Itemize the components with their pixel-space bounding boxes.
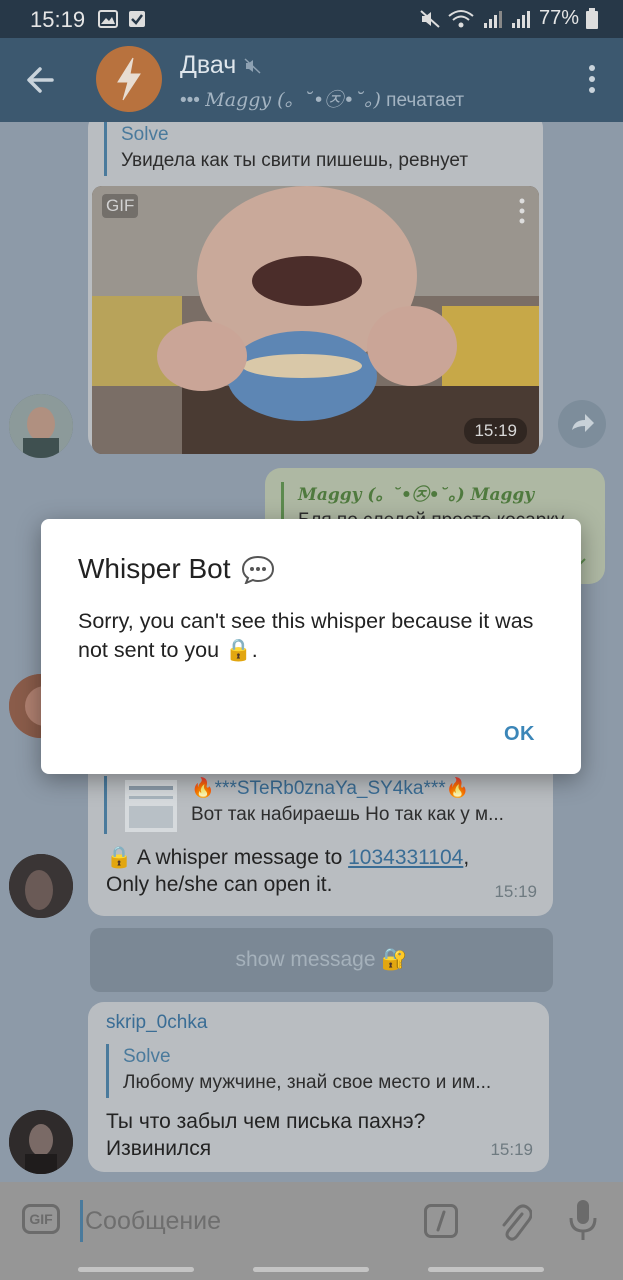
whisper-line2: Only he/she can open it. [106,873,333,896]
check-icon [129,11,145,27]
whisper-bot-dialog: Whisper Bot Sorry, you can't see this wh… [41,519,581,774]
gif-media[interactable]: GIF 15:19 [92,186,539,454]
gallery-icon [98,10,118,28]
avatar[interactable] [9,854,73,918]
slash-icon [436,1210,446,1232]
gif-image [92,186,539,454]
muted-icon [244,57,261,74]
typing-dots: ••• [180,90,200,111]
dialog-title: Whisper Bot [78,553,275,585]
battery-icon [586,7,598,29]
dialog-title-text: Whisper Bot [78,553,231,584]
gif-badge: GIF [102,194,139,218]
forward-button[interactable] [558,400,606,448]
avatar-photo [9,394,73,458]
message-input-bar: GIF [0,1182,623,1260]
reply-thumbnail [125,780,177,832]
reply-text: Вот так набираешь Но так как у м... [191,804,504,825]
typing-action: печатает [386,90,465,111]
wifi-icon [448,9,474,27]
battery-percent: 77% [538,7,579,29]
message-line2: Извинился [106,1137,212,1160]
forward-icon [572,414,594,432]
microphone-icon[interactable] [566,1198,600,1242]
user-id-link[interactable]: 1034331104 [348,846,463,869]
avatar[interactable] [9,394,73,458]
gif-button[interactable]: GIF [22,1204,60,1234]
ok-button[interactable]: OK [504,723,535,746]
reply-name: Maggy (。˘•㉨•˘。) Maggy [298,485,535,505]
dialog-message: Sorry, you can't see this whisper becaus… [78,609,534,662]
typing-status: ••• Maggy (。˘•㉨•˘。) печатает [180,85,464,112]
mute-icon [420,9,440,28]
nav-home[interactable] [253,1267,369,1272]
back-arrow-icon[interactable] [22,62,62,98]
bot-command-button[interactable] [424,1204,458,1238]
sender-name[interactable]: skrip_0chka [106,1012,207,1034]
reply-text: Увидела как ты свити пишешь, ревнует [121,150,469,171]
message-time: 15:19 [494,882,537,901]
message-line1: Ты что забыл чем писька пахнэ? [106,1110,426,1133]
whisper-prefix: 🔒 A whisper message to [106,846,349,869]
avatar-photo [9,854,73,918]
system-nav-bar [0,1260,623,1280]
status-right: 77% [419,7,599,30]
reply-content: 🔥***STeRb0znaYa_SY4ka***🔥 Вот так набира… [191,776,551,828]
reply-preview[interactable]: Solve Любому мужчине, знай свое место и … [106,1044,491,1098]
reply-preview[interactable]: Solve Увидела как ты свити пишешь, ревну… [104,122,468,176]
signal-icon [483,10,502,28]
message-text: Ты что забыл чем писька пахнэ? Извинился [106,1108,425,1162]
reply-name: Solve [121,124,169,145]
whisper-message[interactable]: 🔥***STeRb0znaYa_SY4ka***🔥 Вот так набира… [88,752,553,916]
chat-title-text: Двач [180,51,237,79]
show-message-button[interactable]: show message 🔐 [90,928,553,992]
whisper-suffix: , [463,846,470,869]
reply-text: Любому мужчине, знай свое место и им... [123,1072,492,1093]
speech-bubble-icon [241,555,274,584]
chat-header: Двач ••• Maggy (。˘•㉨•˘。) печатает [0,38,623,122]
reply-name: Solve [123,1046,171,1067]
nav-back[interactable] [428,1267,544,1272]
nav-recents[interactable] [78,1267,194,1272]
signal2-icon [511,10,530,28]
message-bubble[interactable]: skrip_0chka Solve Любому мужчине, знай с… [88,1002,549,1172]
message-time: 15:19 [490,1140,533,1159]
avatar-photo [9,1110,73,1174]
message-input[interactable] [80,1200,400,1242]
status-bar: 15:19 77% [0,0,623,38]
gif-more-icon[interactable] [519,198,525,224]
lightning-icon [117,57,141,101]
message-time: 15:19 [464,418,527,444]
chat-avatar[interactable] [96,46,162,112]
reply-name: 🔥***STeRb0znaYa_SY4ka***🔥 [191,778,470,799]
chat-title[interactable]: Двач [180,51,262,80]
whisper-text: 🔒 A whisper message to 1034331104, Only … [106,844,469,898]
avatar[interactable] [9,1110,73,1174]
attach-icon[interactable] [496,1200,532,1242]
typing-user: Maggy (。˘•㉨•˘。) [205,89,381,111]
more-vert-icon[interactable] [587,64,597,94]
reply-preview[interactable]: 🔥***STeRb0znaYa_SY4ka***🔥 Вот так набира… [104,776,504,834]
status-time: 15:19 [30,7,86,32]
